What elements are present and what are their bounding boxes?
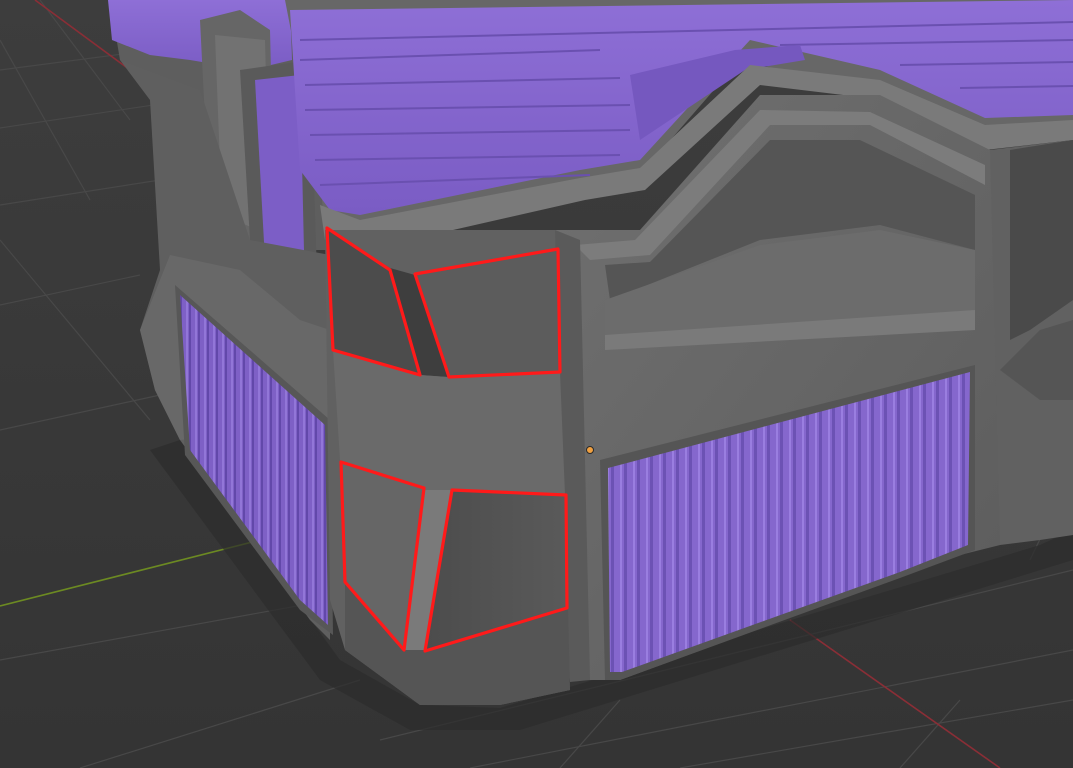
3d-viewport[interactable] bbox=[0, 0, 1073, 768]
object-origin-dot[interactable] bbox=[586, 446, 594, 454]
